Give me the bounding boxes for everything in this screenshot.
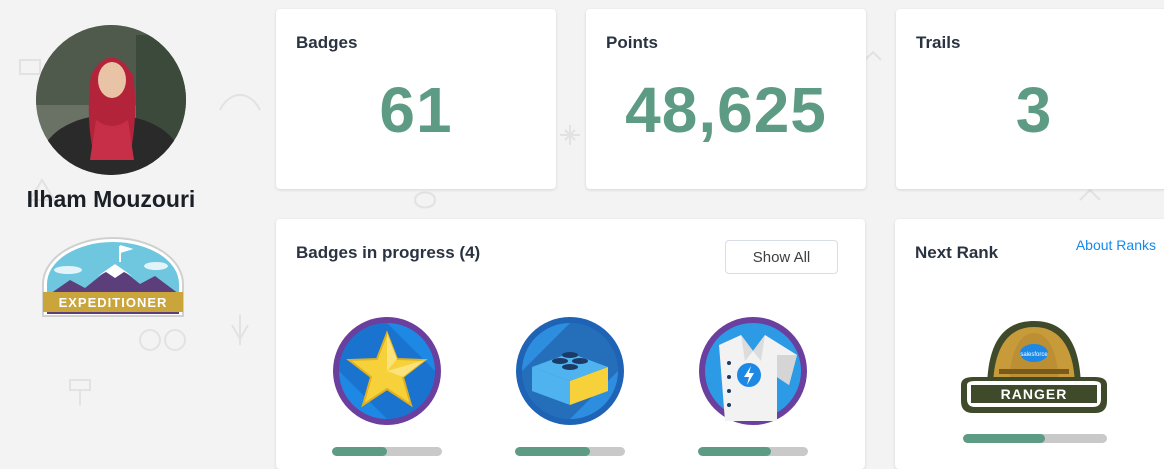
badges-stat-label: Badges [296,33,358,52]
next-rank-progress-fill [963,434,1046,443]
trails-stat-card[interactable]: Trails 3 [896,9,1164,189]
badge-progress-fill [332,447,387,456]
profile-photo [36,25,186,175]
lightning-shirt-badge-icon[interactable] [697,315,809,427]
next-rank-card: Next Rank About Ranks salesforce RANGER [895,219,1164,469]
badges-stat-value: 61 [379,74,453,146]
points-stat-card[interactable]: Points 48,625 [586,9,866,189]
badge-progress-bar [698,447,808,456]
expeditioner-badge-icon: EXPEDITIONER [42,237,184,317]
badges-stat-card[interactable]: Badges 61 [276,9,556,189]
show-all-button[interactable]: Show All [725,240,838,274]
points-stat-value: 48,625 [625,74,827,146]
ranger-rank-badge-icon[interactable]: salesforce RANGER [959,319,1109,415]
trails-stat-value: 3 [1015,74,1053,146]
profile-name: Ilham Mouzouri [26,186,196,212]
badge-progress-bar [332,447,442,456]
expeditioner-rank-badge[interactable]: EXPEDITIONER [40,236,186,323]
points-stat-label: Points [606,33,658,52]
badge-progress-fill [515,447,590,456]
badge-progress-fill [698,447,771,456]
ranger-label: RANGER [1001,386,1068,402]
data-block-badge-icon[interactable] [514,315,626,427]
badges-in-progress-title: Badges in progress (4) [296,243,481,262]
salesforce-logo-text: salesforce [1020,352,1048,358]
badge-progress-bar [515,447,625,456]
expeditioner-label: EXPEDITIONER [59,295,168,310]
star-badge-icon[interactable] [331,315,443,427]
next-rank-title: Next Rank [915,243,999,262]
avatar[interactable] [36,25,186,175]
badges-in-progress-card: Badges in progress (4) Show All [276,219,865,469]
about-ranks-link[interactable]: About Ranks [1076,237,1156,253]
next-rank-progress-bar [963,434,1107,443]
trails-stat-label: Trails [916,33,961,52]
